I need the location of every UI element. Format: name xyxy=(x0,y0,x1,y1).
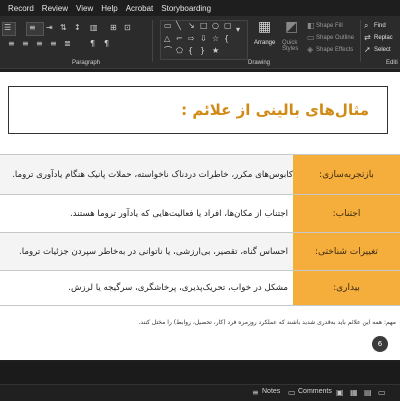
category-cell: تغییرات شناختی: xyxy=(293,233,400,270)
menu-review[interactable]: Review xyxy=(42,4,68,13)
left-brace-icon[interactable]: { xyxy=(188,47,193,55)
align-text-icon[interactable]: ⊞ xyxy=(110,24,117,32)
arrange-icon[interactable]: ▦ xyxy=(258,20,271,34)
normal-view-icon[interactable]: ▣ xyxy=(336,388,344,397)
right-arrow-icon[interactable]: ⇨ xyxy=(188,35,195,43)
star-5-icon[interactable]: ★ xyxy=(212,47,219,55)
pentagon-icon[interactable]: ⬠ xyxy=(176,47,183,55)
category-label: بیداری: xyxy=(333,283,360,293)
ltr-icon[interactable]: ¶ xyxy=(104,40,109,48)
category-cell: بازتجربه‌سازی: xyxy=(293,155,400,194)
category-label: بازتجربه‌سازی: xyxy=(319,169,374,180)
notes-icon[interactable]: ≡ xyxy=(252,388,259,397)
menu-view[interactable]: View xyxy=(76,4,93,13)
columns-icon[interactable]: ▥ xyxy=(90,24,98,32)
rtl-icon[interactable]: ¶ xyxy=(90,40,95,48)
drawing-group-label: Drawing xyxy=(248,60,271,66)
shape-outline-icon[interactable]: ▭ xyxy=(307,34,315,42)
reading-view-icon[interactable]: ▤ xyxy=(364,388,372,397)
align-left-icon[interactable]: ≡ xyxy=(8,40,15,48)
divider xyxy=(152,20,153,62)
quick-styles-icon[interactable]: ◩ xyxy=(285,20,298,34)
slideshow-icon[interactable]: ▭ xyxy=(378,388,386,397)
menu-acrobat[interactable]: Acrobat xyxy=(126,4,154,13)
comments-button[interactable]: Comments xyxy=(298,388,332,395)
text-direction-icon[interactable]: ⇅ xyxy=(60,24,67,32)
category-label: اجتناب: xyxy=(332,208,361,219)
replace-icon[interactable]: ⇄ xyxy=(364,34,371,42)
find-label[interactable]: Find xyxy=(374,23,386,29)
gallery-more-icon[interactable]: ▾ xyxy=(236,26,240,34)
down-arrow-icon[interactable]: ⇩ xyxy=(200,35,207,43)
status-bar: ≡ Notes ▭ Comments ▣ ▦ ▤ ▭ xyxy=(0,384,400,401)
slide-title-box[interactable]: مثال‌های بالینی از علائم : xyxy=(8,86,388,134)
select-label[interactable]: Select xyxy=(374,47,391,53)
select-icon[interactable]: ➚ xyxy=(364,46,371,54)
brace-icon[interactable]: { xyxy=(224,35,229,43)
slide[interactable]: مثال‌های بالینی از علائم : بازتجربه‌سازی… xyxy=(0,72,400,360)
description-text: احساس گناه، تقصیر، بی‌ارزشی، یا ناتوانی … xyxy=(19,246,288,257)
justify-icon[interactable]: ≡ xyxy=(50,40,57,48)
paragraph-group-label: Paragraph xyxy=(72,60,101,66)
menu-help[interactable]: Help xyxy=(101,4,117,13)
shape-fill-label[interactable]: Shape Fill xyxy=(316,23,343,29)
table-row[interactable]: بیداری: مشکل در خواب، تحریک‌پذیری، پرخاش… xyxy=(0,270,400,306)
corner-icon[interactable]: ⌐ xyxy=(176,35,183,43)
comments-icon[interactable]: ▭ xyxy=(288,388,296,397)
find-icon[interactable]: ⌕ xyxy=(364,22,368,30)
right-brace-icon[interactable]: } xyxy=(200,47,205,55)
align-center-icon[interactable]: ≡ xyxy=(22,40,29,48)
quick-styles-label[interactable]: Quick Styles xyxy=(282,40,298,52)
description-text: اجتناب از مکان‌ها، افراد یا فعالیت‌هایی … xyxy=(70,208,288,219)
numbering-icon: ≡ xyxy=(29,23,36,32)
bullets-icon: ☰ xyxy=(4,23,12,32)
category-label: تغییرات شناختی: xyxy=(315,246,378,257)
table-row[interactable]: تغییرات شناختی: احساس گناه، تقصیر، بی‌ار… xyxy=(0,232,400,270)
shape-effects-label[interactable]: Shape Effects xyxy=(316,47,353,53)
curve-icon[interactable]: ⌒ xyxy=(164,47,172,55)
indent-icon[interactable]: ⇥ xyxy=(46,24,53,32)
description-cell: کابوس‌های مکرر، خاطرات دردناک ناخواسته، … xyxy=(4,155,293,194)
footnote: مهم: همه این علائم باید به‌قدری شدید باش… xyxy=(0,316,400,328)
oval-icon[interactable]: ○ xyxy=(212,22,219,30)
replace-label[interactable]: Replac xyxy=(374,35,393,41)
page-number: 6 xyxy=(372,336,388,352)
shape-outline-label[interactable]: Shape Outline xyxy=(316,35,354,41)
line-spacing-icon[interactable]: ↕ xyxy=(74,24,81,32)
table-row[interactable]: اجتناب: اجتناب از مکان‌ها، افراد یا فعال… xyxy=(0,194,400,232)
distributed-icon[interactable]: ≣ xyxy=(64,40,71,48)
description-cell: مشکل در خواب، تحریک‌پذیری، پرخاشگری، سرگ… xyxy=(4,271,288,305)
menu-record[interactable]: Record xyxy=(8,4,34,13)
shape-effects-icon[interactable]: ◈ xyxy=(307,46,313,54)
shape-fill-icon[interactable]: ◧ xyxy=(307,22,315,30)
footnote-text: مهم: همه این علائم باید به‌قدری شدید باش… xyxy=(138,318,396,326)
slide-title: مثال‌های بالینی از علائم : xyxy=(181,101,369,119)
rectangle-icon[interactable]: □ xyxy=(200,22,208,30)
notes-button[interactable]: Notes xyxy=(262,388,280,395)
line-icon[interactable]: ╲ xyxy=(176,22,181,30)
description-text: مشکل در خواب، تحریک‌پذیری، پرخاشگری، سرگ… xyxy=(68,283,288,293)
description-cell: اجتناب از مکان‌ها، افراد یا فعالیت‌هایی … xyxy=(4,195,288,232)
star-icon[interactable]: ☆ xyxy=(212,35,219,43)
editing-group-label: Editi xyxy=(386,60,398,66)
menu-bar: Record Review View Help Acrobat Storyboa… xyxy=(0,0,400,16)
slide-sorter-icon[interactable]: ▦ xyxy=(350,388,358,397)
smartart-icon[interactable]: ⊡ xyxy=(124,24,131,32)
description-cell: احساس گناه، تقصیر، بی‌ارزشی، یا ناتوانی … xyxy=(4,233,288,270)
table-row[interactable]: بازتجربه‌سازی: کابوس‌های مکرر، خاطرات در… xyxy=(0,154,400,194)
triangle-icon[interactable]: △ xyxy=(164,35,170,43)
align-right-icon[interactable]: ≡ xyxy=(36,40,43,48)
arrow-icon[interactable]: ↘ xyxy=(188,22,195,30)
rounded-rect-icon[interactable]: ▢ xyxy=(224,22,232,30)
arrange-label[interactable]: Arrange xyxy=(254,40,275,46)
text-box-icon[interactable]: ▭ xyxy=(164,22,172,30)
ribbon: ☰ ≡ ⇥ ⇅ ↕ ▥ ⊞ ⊡ ≡ ≡ ≡ ≡ ≣ ¶ ¶ Paragraph … xyxy=(0,16,400,69)
description-text: کابوس‌های مکرر، خاطرات دردناک ناخواسته، … xyxy=(12,169,293,180)
divider xyxy=(360,20,361,62)
category-cell: بیداری: xyxy=(293,271,400,305)
menu-storyboarding[interactable]: Storyboarding xyxy=(161,4,211,13)
category-cell: اجتناب: xyxy=(293,195,400,232)
